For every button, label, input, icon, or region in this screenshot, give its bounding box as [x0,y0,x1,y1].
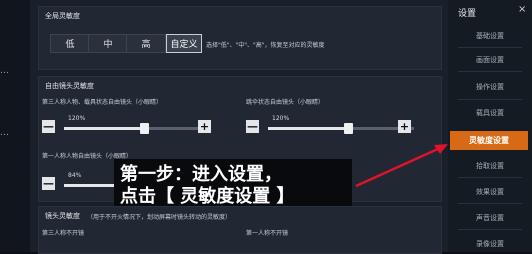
arrow-shaft [355,146,441,188]
red-arrow-icon [355,144,448,188]
